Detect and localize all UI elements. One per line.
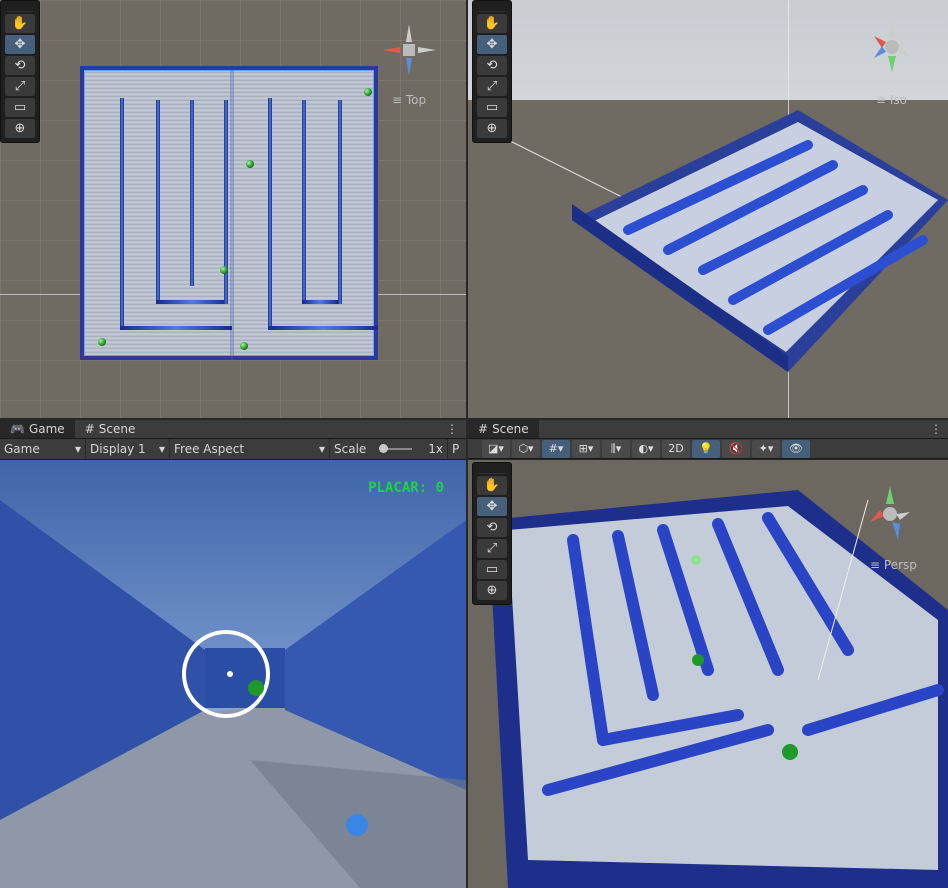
maze-top-view xyxy=(80,66,378,360)
aspect-dropdown[interactable]: Free Aspect ▾ xyxy=(170,439,330,459)
grid-visibility-icon[interactable]: ⫼▾ xyxy=(602,439,630,458)
hash-icon: # xyxy=(84,422,95,436)
chevron-down-icon: ▾ xyxy=(318,442,325,456)
corridor-render xyxy=(0,500,466,888)
more-menu-icon[interactable]: ⋮ xyxy=(446,422,466,436)
game-toolbar: Game ▾ Display 1 ▾ Free Aspect ▾ Scale 1x P xyxy=(0,439,466,460)
gamepad-icon: 🎮 xyxy=(10,422,25,436)
transform-icon[interactable]: ⊕ xyxy=(477,119,507,138)
collectible-orb xyxy=(364,88,372,96)
tab-scene[interactable]: # Scene xyxy=(468,420,539,438)
orientation-gizmo-icon[interactable] xyxy=(862,16,922,76)
game-view[interactable]: PLACAR: 0 xyxy=(0,460,466,888)
view-label: ≡ Top xyxy=(392,93,427,107)
mode-2d-button[interactable]: 2D xyxy=(662,439,690,458)
rect-icon[interactable]: ▭ xyxy=(477,560,507,579)
scene-view-persp[interactable]: ✋ ✥ ⟲ ⤢ ▭ ⊕ ≡ Persp xyxy=(468,460,948,888)
move-icon[interactable]: ✥ xyxy=(477,497,507,516)
move-icon[interactable]: ✥ xyxy=(5,35,35,54)
scale-icon[interactable]: ⤢ xyxy=(5,77,35,96)
transform-icon[interactable]: ⊕ xyxy=(477,581,507,600)
tool-palette: ✋ ✥ ⟲ ⤢ ▭ ⊕ xyxy=(472,0,512,143)
rect-icon[interactable]: ▭ xyxy=(477,98,507,117)
grid-snap-icon[interactable]: #▾ xyxy=(542,439,570,458)
mode-dropdown[interactable]: Game ▾ xyxy=(0,439,86,459)
scene-view-top[interactable]: ✋ ✥ ⟲ ⤢ ▭ ⊕ ≡ Top xyxy=(0,0,466,418)
scene-tabbar: # Scene ⋮ xyxy=(468,420,948,439)
view-label: ≡ Iso xyxy=(876,93,908,107)
scale-icon[interactable]: ⤢ xyxy=(477,539,507,558)
rect-icon[interactable]: ▭ xyxy=(5,98,35,117)
scene-view-iso[interactable]: ✋ ✥ ⟲ ⤢ ▭ ⊕ ≡ Iso xyxy=(468,0,948,418)
orientation-gizmo-icon[interactable] xyxy=(860,482,920,548)
game-tabbar: 🎮 Game # Scene ⋮ xyxy=(0,420,466,439)
shading-icon[interactable]: ◐▾ xyxy=(632,439,660,458)
visibility-icon[interactable]: 👁 xyxy=(782,439,810,458)
draw-mode-icon[interactable]: ◪▾ xyxy=(482,439,510,458)
scale-slider[interactable]: Scale 1x xyxy=(330,439,448,459)
hand-icon[interactable]: ✋ xyxy=(477,14,507,33)
hash-icon: # xyxy=(478,422,489,436)
display-dropdown[interactable]: Display 1 ▾ xyxy=(86,439,170,459)
tab-game[interactable]: 🎮 Game xyxy=(0,420,75,438)
rotate-icon[interactable]: ⟲ xyxy=(5,56,35,75)
more-menu-icon[interactable]: ⋮ xyxy=(930,422,948,436)
score-label: PLACAR: 0 xyxy=(368,480,444,496)
chevron-down-icon: ▾ xyxy=(74,442,81,456)
move-icon[interactable]: ✥ xyxy=(477,35,507,54)
scene-toolbar: ◪▾ ⬡▾ #▾ ⊞▾ ⫼▾ ◐▾ 2D 💡 🔇 ✦▾ 👁 xyxy=(468,439,948,459)
scale-icon[interactable]: ⤢ xyxy=(477,77,507,96)
orientation-gizmo-icon[interactable] xyxy=(376,18,442,90)
game-panel: 🎮 Game # Scene ⋮ Game ▾ Display 1 ▾ Free Asp… xyxy=(0,420,466,888)
collectible-orb xyxy=(98,338,106,346)
snap-increment-icon[interactable]: ⊞▾ xyxy=(572,439,600,458)
rotate-icon[interactable]: ⟲ xyxy=(477,56,507,75)
hand-icon[interactable]: ✋ xyxy=(5,14,35,33)
tool-palette: ✋ ✥ ⟲ ⤢ ▭ ⊕ xyxy=(472,462,512,605)
collectible-orb xyxy=(220,266,228,274)
tab-scene[interactable]: # Scene xyxy=(75,420,146,438)
cube-icon[interactable]: ⬡▾ xyxy=(512,439,540,458)
play-options-button[interactable]: P xyxy=(448,439,463,459)
scene-panel: #Scene ⋮ ◪▾ ⬡▾ #▾ ⊞▾ ⫼▾ ◐▾ 2D 💡 🔇 ✦▾ 👁 xyxy=(468,420,948,888)
collectible-orb xyxy=(246,160,254,168)
rotate-icon[interactable]: ⟲ xyxy=(477,518,507,537)
view-label: ≡ Persp xyxy=(870,558,917,572)
chevron-down-icon: ▾ xyxy=(158,442,165,456)
collectible-orb xyxy=(240,342,248,350)
transform-icon[interactable]: ⊕ xyxy=(5,119,35,138)
hand-icon[interactable]: ✋ xyxy=(477,476,507,495)
effects-icon[interactable]: ✦▾ xyxy=(752,439,780,458)
tool-palette: ✋ ✥ ⟲ ⤢ ▭ ⊕ xyxy=(0,0,40,143)
audio-icon[interactable]: 🔇 xyxy=(722,439,750,458)
lighting-icon[interactable]: 💡 xyxy=(692,439,720,458)
